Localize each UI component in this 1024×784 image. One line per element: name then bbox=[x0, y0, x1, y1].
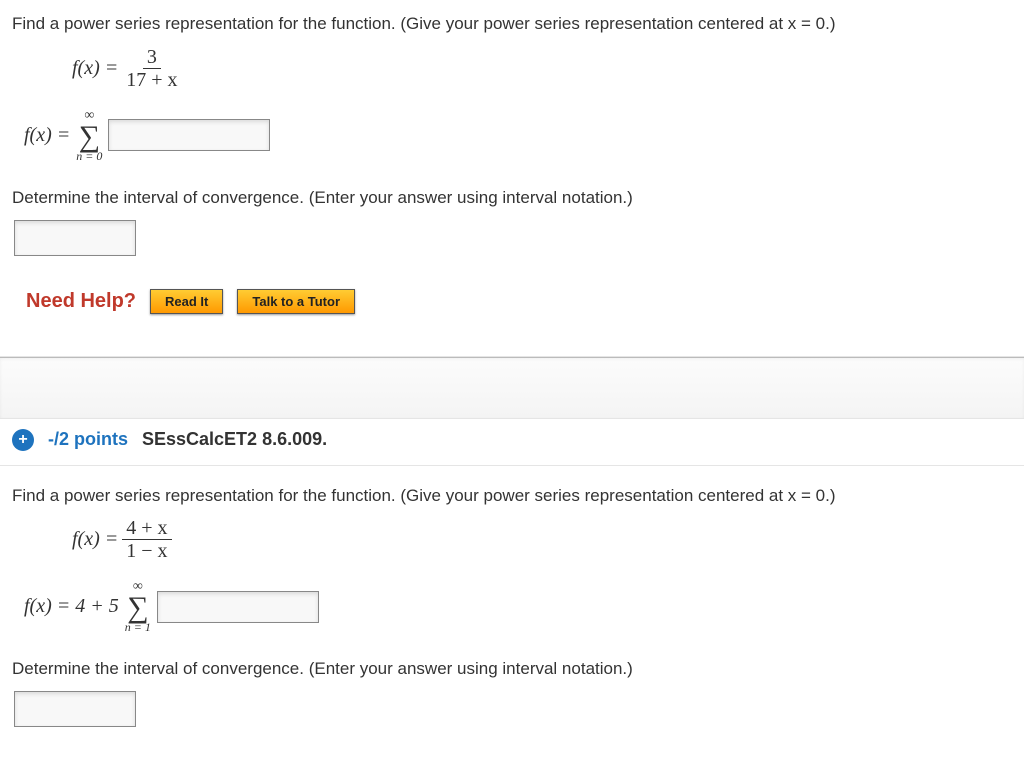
series-term-input[interactable] bbox=[108, 119, 270, 151]
need-help-label: Need Help? bbox=[26, 290, 136, 313]
fraction-numerator: 3 bbox=[143, 46, 161, 69]
fraction-numerator: 4 + x bbox=[122, 517, 171, 540]
series-answer-row: f(x) = 4 + 5 ∞ ∑ n = 1 bbox=[24, 580, 1012, 633]
sigma-lower: n = 0 bbox=[76, 150, 102, 162]
sigma-icon: ∑ bbox=[127, 594, 148, 621]
question-header: + -/2 points SEssCalcET2 8.6.009. bbox=[0, 418, 1024, 453]
fraction: 4 + x 1 − x bbox=[122, 517, 171, 562]
fx-lhs: f(x) = bbox=[72, 528, 118, 551]
interval-prompt: Determine the interval of convergence. (… bbox=[12, 657, 1012, 681]
points-label: -/2 points bbox=[48, 429, 128, 450]
talk-to-tutor-button[interactable]: Talk to a Tutor bbox=[237, 289, 355, 314]
interval-input[interactable] bbox=[14, 220, 136, 256]
expand-icon[interactable]: + bbox=[12, 429, 34, 451]
series-term-input[interactable] bbox=[157, 591, 319, 623]
prompt-text: Find a power series representation for t… bbox=[12, 484, 1012, 508]
fraction-denominator: 17 + x bbox=[122, 69, 181, 91]
question-1: Find a power series representation for t… bbox=[0, 0, 1024, 344]
sigma-lower: n = 1 bbox=[125, 621, 151, 633]
fraction: 3 17 + x bbox=[122, 46, 181, 91]
question-2: Find a power series representation for t… bbox=[0, 466, 1024, 745]
sigma-notation: ∞ ∑ n = 1 bbox=[125, 580, 151, 633]
fraction-denominator: 1 − x bbox=[122, 540, 171, 562]
sigma-notation: ∞ ∑ n = 0 bbox=[76, 109, 102, 162]
function-definition: f(x) = 3 17 + x bbox=[72, 46, 1012, 91]
interval-prompt: Determine the interval of convergence. (… bbox=[12, 186, 1012, 210]
series-answer-row: f(x) = ∞ ∑ n = 0 bbox=[24, 109, 1012, 162]
section-gap bbox=[0, 357, 1024, 418]
question-code: SEssCalcET2 8.6.009. bbox=[142, 429, 327, 450]
prompt-text: Find a power series representation for t… bbox=[12, 12, 1012, 36]
need-help-row: Need Help? Read It Talk to a Tutor bbox=[26, 289, 1012, 314]
interval-input[interactable] bbox=[14, 691, 136, 727]
function-definition: f(x) = 4 + x 1 − x bbox=[72, 517, 1012, 562]
sigma-icon: ∑ bbox=[79, 123, 100, 150]
answer-lhs: f(x) = bbox=[24, 124, 70, 147]
read-it-button[interactable]: Read It bbox=[150, 289, 223, 314]
fx-lhs: f(x) = bbox=[72, 57, 118, 80]
answer-lhs: f(x) = 4 + 5 bbox=[24, 595, 119, 618]
